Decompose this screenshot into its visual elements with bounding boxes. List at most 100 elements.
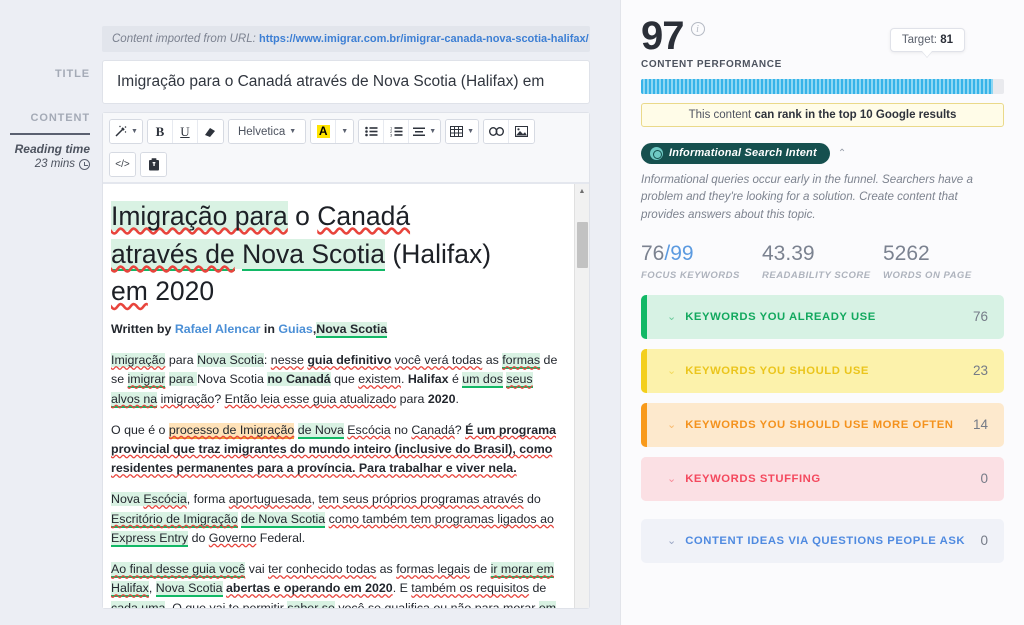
title-gutter: TITLE — [0, 52, 102, 80]
rank-note-prefix: This content — [688, 108, 755, 121]
stat-label: FOCUS KEYWORDS — [641, 269, 740, 281]
image-icon[interactable] — [509, 120, 535, 143]
imported-url-link[interactable]: https://www.imigrar.com.br/imigrar-canad… — [259, 33, 589, 45]
byline-category-2: Nova Scotia — [316, 321, 388, 338]
search-intent-pill: Informational Search Intent — [641, 142, 830, 164]
app-root: Content imported from URL: https://www.i… — [0, 0, 1024, 625]
search-intent-header[interactable]: Informational Search Intent ⌃ — [641, 142, 1004, 164]
highlight-swatch: A — [316, 124, 330, 138]
chevron-down-icon: ▼ — [341, 128, 349, 135]
editor-toolbar: ▼ B U Helvetica ▼ A ▼ 1 2 3 ▼ ▼ </> — [103, 113, 589, 183]
table-icon[interactable]: ▼ — [446, 120, 479, 143]
paste-icon[interactable] — [141, 153, 166, 176]
content-scroll-region[interactable]: Imigração para o Canadá através de Nova … — [103, 183, 589, 608]
title-input[interactable] — [102, 60, 590, 104]
editor-scrollbar[interactable]: ▲ — [574, 184, 589, 608]
magic-wand-icon[interactable]: ▼ — [110, 120, 142, 143]
heading-part: (Halifax) — [385, 238, 492, 269]
toolbar-group-lists: 1 2 3 ▼ — [358, 119, 442, 144]
highlight-color-dropdown[interactable]: ▼ — [336, 120, 354, 143]
font-family-select[interactable]: Helvetica ▼ — [228, 120, 306, 143]
editor-pane: Content imported from URL: https://www.i… — [0, 0, 620, 625]
heading-part: o — [287, 201, 318, 231]
stat-label: WORDS ON PAGE — [883, 269, 972, 281]
stat-readability-score: 43.39 READABILITY SCORE — [762, 242, 883, 281]
chevron-down-icon: ▼ — [289, 128, 297, 135]
content-label: CONTENT — [30, 112, 90, 124]
accordion-accent — [641, 348, 647, 393]
accordion-count: 0 — [980, 471, 988, 487]
stat-label: READABILITY SCORE — [762, 269, 871, 281]
title-row: TITLE — [0, 52, 620, 104]
clock-icon — [79, 158, 90, 170]
chevron-down-icon: ⌄ — [667, 311, 677, 324]
chevron-down-icon: ⌄ — [667, 535, 677, 548]
byline: Written by Rafael Alencar in Guias,Nova … — [111, 320, 558, 339]
align-icon[interactable]: ▼ — [409, 120, 441, 143]
toolbar-group-magic: ▼ — [109, 119, 143, 144]
heading-part: 2020 — [147, 276, 215, 307]
highlight-button[interactable]: A — [311, 120, 337, 143]
byline-middle: in — [263, 321, 275, 336]
chevron-down-icon: ⌄ — [667, 473, 677, 486]
toolbar-group-font: Helvetica ▼ — [227, 119, 307, 144]
heading-part: Nova Scotia — [242, 238, 386, 271]
performance-bar-fill — [641, 78, 994, 94]
toolbar-group-code: </> — [109, 152, 136, 177]
chevron-down-icon: ▼ — [429, 128, 437, 135]
bullet-list-icon[interactable] — [359, 120, 385, 143]
byline-author[interactable]: Rafael Alencar — [175, 322, 261, 336]
heading-part: Canadá — [317, 201, 411, 231]
paragraph-3: Nova Escócia, forma aportuguesada, tem s… — [111, 492, 554, 547]
heading-part: Imigração para — [111, 201, 288, 231]
accordion-label: KEYWORDS STUFFING — [685, 472, 821, 485]
accordion-label: CONTENT IDEAS VIA QUESTIONS PEOPLE ASK — [685, 534, 966, 547]
eraser-icon[interactable] — [197, 120, 223, 143]
accordion-keywords-already-use[interactable]: ⌄ KEYWORDS YOU ALREADY USE 76 — [641, 294, 1004, 339]
chevron-up-icon[interactable]: ⌃ — [838, 148, 846, 159]
accordion-content-ideas[interactable]: ⌄ CONTENT IDEAS VIA QUESTIONS PEOPLE ASK… — [641, 518, 1004, 563]
document-heading: Imigração para o Canadá através de Nova … — [111, 198, 558, 311]
search-intent-label: Informational Search Intent — [669, 147, 817, 160]
numbered-list-icon[interactable]: 1 2 3 — [384, 120, 410, 143]
link-icon[interactable] — [484, 120, 510, 143]
accordion-count: 0 — [980, 533, 988, 549]
accordion-label: KEYWORDS YOU SHOULD USE — [685, 364, 870, 377]
bold-button[interactable]: B — [147, 120, 173, 143]
scrollbar-thumb[interactable] — [577, 222, 588, 268]
scroll-up-icon[interactable]: ▲ — [575, 184, 589, 199]
heading-part: através de — [111, 238, 235, 271]
code-view-button[interactable]: </> — [110, 153, 135, 176]
info-icon[interactable]: i — [690, 22, 705, 36]
svg-text:3: 3 — [390, 133, 393, 137]
accordion-label: KEYWORDS YOU ALREADY USE — [685, 310, 876, 323]
title-label: TITLE — [54, 68, 90, 80]
accordion-keywords-stuffing[interactable]: ⌄ KEYWORDS STUFFING 0 — [641, 456, 1004, 501]
accordion-label: KEYWORDS YOU SHOULD USE MORE OFTEN — [685, 418, 954, 431]
document-body[interactable]: Imigração para o Canadá através de Nova … — [103, 184, 574, 608]
font-family-value: Helvetica — [237, 125, 286, 138]
title-field-wrap — [102, 60, 590, 104]
toolbar-group-paste — [140, 152, 167, 177]
accordion-accent — [641, 294, 647, 339]
seo-panel: 97 i CONTENT PERFORMANCE Target: 81 This… — [620, 0, 1024, 625]
accordion-count: 23 — [972, 363, 988, 379]
underline-button[interactable]: U — [172, 120, 198, 143]
accordion-accent — [641, 456, 647, 501]
stats-row: 76/99 FOCUS KEYWORDS 43.39 READABILITY S… — [641, 242, 1004, 281]
paragraph-4: Ao final desse guia você vai ter conheci… — [111, 560, 558, 608]
stat-focus-keywords: 76/99 FOCUS KEYWORDS — [641, 242, 762, 281]
reading-time-row: 23 mins — [0, 158, 90, 170]
search-intent-description: Informational queries occur early in the… — [641, 172, 973, 222]
accordion-keywords-should-use[interactable]: ⌄ KEYWORDS YOU SHOULD USE 23 — [641, 348, 1004, 393]
toolbar-group-insert — [483, 119, 536, 144]
accordion-count: 76 — [972, 309, 988, 325]
stat-words-on-page: 5262 WORDS ON PAGE — [883, 242, 1004, 281]
stat-value: 43.39 — [762, 241, 815, 265]
byline-category-1[interactable]: Guias — [278, 322, 312, 336]
accordion-keywords-use-more-often[interactable]: ⌄ KEYWORDS YOU SHOULD USE MORE OFTEN 14 — [641, 402, 1004, 447]
accordion-accent — [641, 402, 647, 447]
search-intent-icon — [650, 146, 663, 160]
target-tooltip: Target: 81 — [889, 28, 965, 52]
toolbar-group-format: B U — [146, 119, 224, 144]
